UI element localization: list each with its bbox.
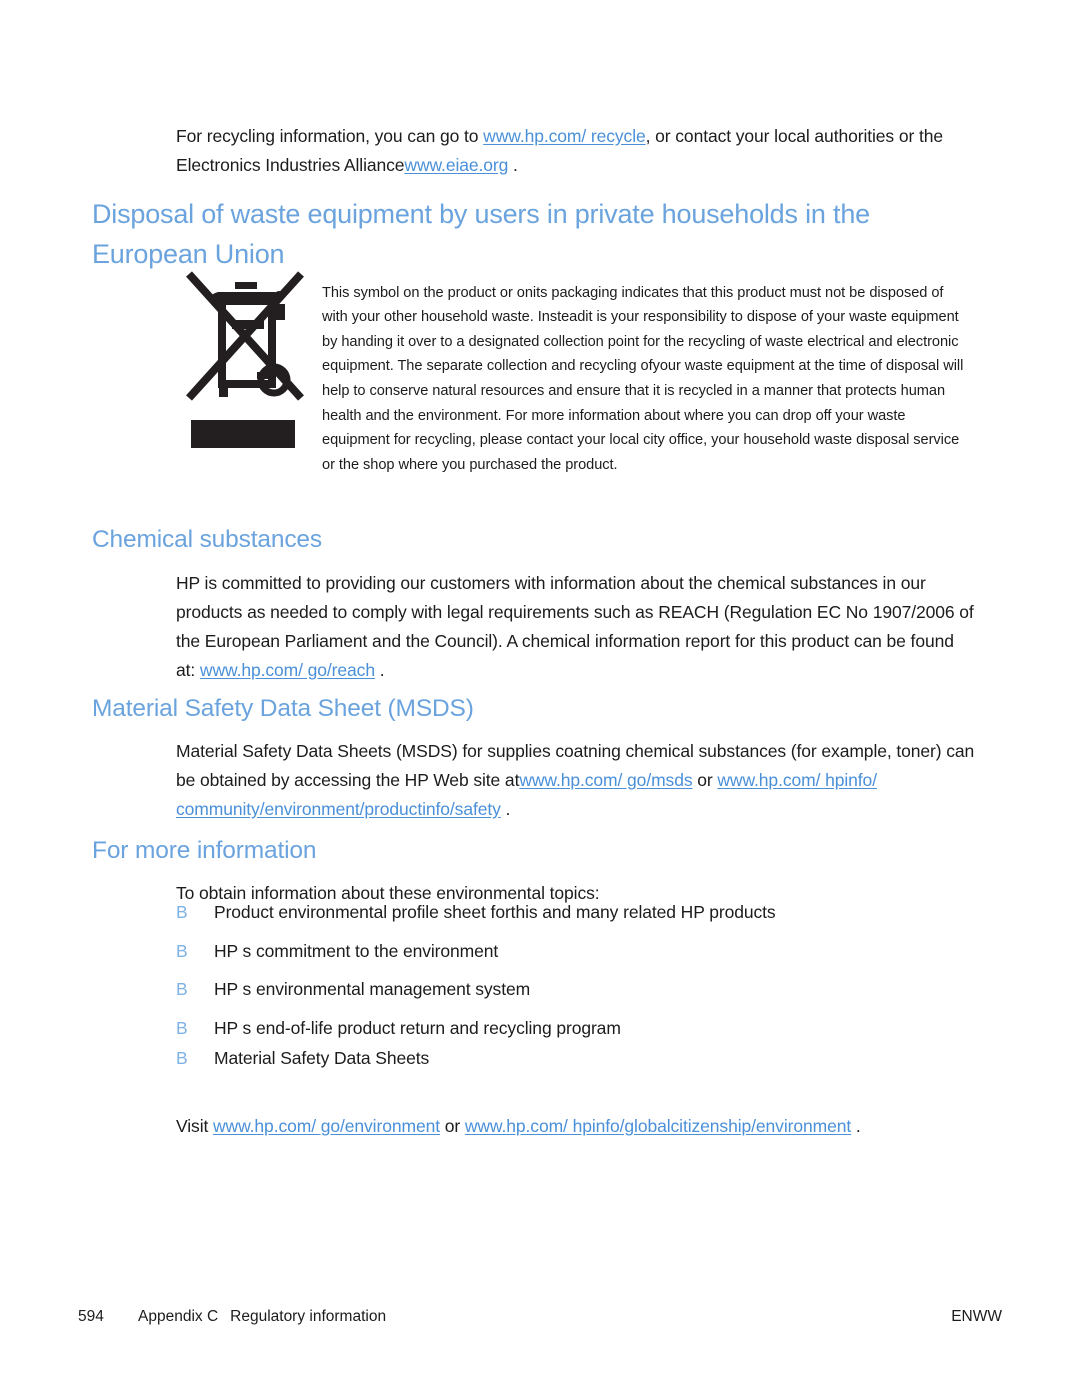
msds-text-after-link: . [500,798,511,819]
list-item-label: Product environmental profile sheet fort… [214,902,776,922]
heading-disposal-of-waste-equipment: Disposal of waste equipment by users in … [92,199,870,270]
list-item-label: HP s end-of-life product return and recy… [214,1017,621,1038]
list-item-label: HP s commitment to the environment [214,940,499,961]
bullet-icon: B [176,979,188,999]
bullet-icon: B [176,902,188,922]
page-footer: 594 Appendix C Regulatory information EN… [78,1308,1002,1326]
hp-go-environment-link[interactable]: www.hp.com/ go/environment [213,1116,440,1136]
intro-paragraph: For recycling information, you can go to… [176,122,976,180]
intro-text-before-link: For recycling information, you can go to [176,125,484,146]
visit-text-middle: or [439,1115,465,1136]
footer-language-code: ENWW [951,1308,1002,1325]
heading-for-more-information: For more information [92,837,317,865]
heading-chemical-substances: Chemical substances [92,526,323,554]
hp-go-msds-link[interactable]: www.hp.com/ go/msds [519,770,692,790]
heading-material-safety-data-sheet: Material Safety Data Sheet (MSDS) [92,695,474,723]
msds-paragraph: Material Safety Data Sheets (MSDS) for s… [176,737,976,824]
visit-links-paragraph: Visit www.hp.com/ go/environment or www.… [176,1112,996,1141]
intro-text-after-link: . [508,154,518,175]
weee-disposal-paragraph: This symbol on the product or onits pack… [322,284,964,473]
footer-left: 594 Appendix C Regulatory information [78,1308,386,1326]
list-item-label: Material Safety Data Sheets [214,1047,430,1068]
chemical-text-after-link: . [374,659,385,680]
footer-chapter-title: Regulatory information [230,1308,387,1325]
hp-go-reach-link[interactable]: www.hp.com/ go/reach [200,660,375,680]
list-item: B Product environmental profile sheet fo… [176,898,976,937]
document-page: For recycling information, you can go to… [0,0,1080,1397]
eiae-org-link[interactable]: www.eiae.org [404,155,508,175]
bullet-icon: B [176,1047,188,1068]
visit-text-before-link: Visit [176,1115,214,1136]
footer-appendix-label: Appendix C [138,1308,219,1325]
list-item: B Material Safety Data Sheets [176,1044,976,1074]
visit-text-after-link: . [851,1115,861,1136]
environmental-topics-list: B Product environmental profile sheet fo… [176,898,976,1074]
msds-text-middle: or [692,769,718,790]
hp-recycle-link[interactable]: www.hp.com/ recycle [483,126,646,146]
list-item: B HP s environmental management system [176,975,976,1014]
list-item: B HP s commitment to the environment [176,937,976,976]
list-item: B HP s end-of-life product return and re… [176,1014,976,1044]
bullet-icon: B [176,940,188,961]
footer-page-number: 594 [78,1308,104,1325]
chemical-substances-paragraph: HP is committed to providing our custome… [176,569,976,685]
hp-globalcitizenship-environment-link[interactable]: www.hp.com/ hpinfo/globalcitizenship/env… [465,1116,851,1136]
crossed-out-wheeled-bin-icon [185,268,305,458]
list-item-label: HP s environmental management system [214,979,531,999]
bullet-icon: B [176,1017,188,1038]
